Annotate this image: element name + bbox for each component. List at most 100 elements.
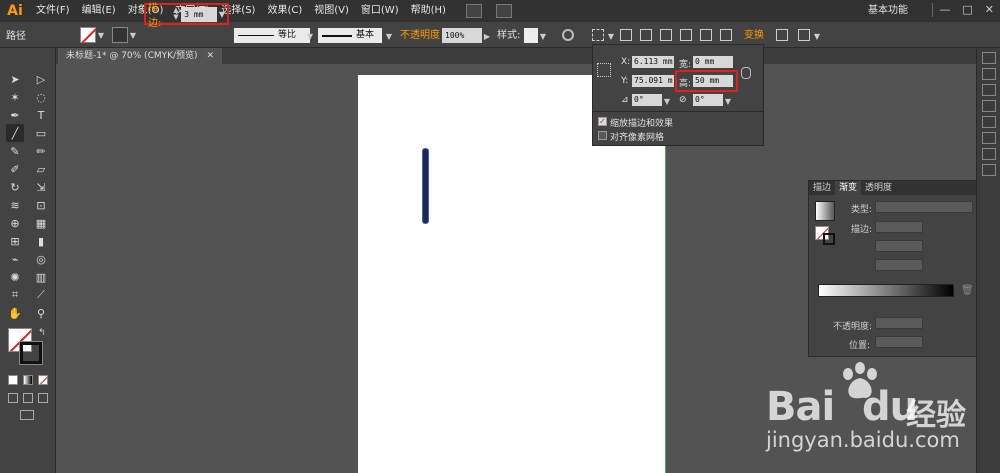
magic-wand-tool-icon[interactable]: ✶ bbox=[6, 88, 24, 106]
mesh-tool-icon[interactable]: ⊞ bbox=[6, 232, 24, 250]
slice-tool-icon[interactable]: ⟋ bbox=[32, 286, 50, 304]
opacity-field[interactable]: 100% bbox=[442, 28, 482, 43]
align-icon[interactable] bbox=[592, 29, 604, 41]
close-tab-icon[interactable]: ✕ bbox=[206, 51, 214, 61]
variable-width-profile[interactable]: 等比 bbox=[234, 28, 310, 43]
shear-field[interactable]: 0° bbox=[693, 94, 723, 106]
stroke-small-swatch[interactable] bbox=[823, 233, 835, 245]
chevron-down-icon[interactable]: ▼ bbox=[384, 28, 394, 44]
width-tool-icon[interactable]: ≋ bbox=[6, 196, 24, 214]
hand-tool-icon[interactable]: ✋ bbox=[6, 304, 24, 322]
panel-menu-icon[interactable] bbox=[798, 29, 810, 41]
column-graph-tool-icon[interactable]: ▥ bbox=[32, 268, 50, 286]
tab-stroke[interactable]: 描边 bbox=[809, 181, 835, 195]
swap-colors-icon[interactable]: ↰ bbox=[38, 328, 46, 338]
direct-selection-tool-icon[interactable]: ▷ bbox=[32, 70, 50, 88]
type-tool-icon[interactable]: T bbox=[32, 106, 50, 124]
blob-brush-tool-icon[interactable]: ✐ bbox=[6, 160, 24, 178]
width-field[interactable]: 0 mm bbox=[693, 56, 733, 68]
opacity-label[interactable]: 不透明度 bbox=[400, 28, 440, 43]
transform-options-icon[interactable] bbox=[776, 29, 788, 41]
stroke-weight-label[interactable]: 描边: bbox=[148, 0, 171, 29]
tab-transparency[interactable]: 透明度 bbox=[861, 181, 896, 195]
scale-tool-icon[interactable]: ⇲ bbox=[32, 178, 50, 196]
symbols-panel-icon[interactable] bbox=[981, 100, 996, 112]
eyedropper-tool-icon[interactable]: ⌁ bbox=[6, 250, 24, 268]
graphic-styles-panel-icon[interactable] bbox=[981, 116, 996, 128]
rotate-tool-icon[interactable]: ↻ bbox=[6, 178, 24, 196]
pencil-tool-icon[interactable]: ✏ bbox=[32, 142, 50, 160]
swatches-panel-icon[interactable] bbox=[981, 68, 996, 80]
menu-help[interactable]: 帮助(H) bbox=[405, 0, 452, 22]
zoom-tool-icon[interactable]: ⚲ bbox=[32, 304, 50, 322]
color-panel-icon[interactable] bbox=[981, 52, 996, 64]
chevron-down-icon[interactable]: ▼ bbox=[96, 27, 106, 43]
x-field[interactable]: 6.113 mm bbox=[632, 56, 674, 68]
free-transform-tool-icon[interactable]: ⊡ bbox=[32, 196, 50, 214]
gradient-mode-icon[interactable] bbox=[23, 375, 33, 385]
appearance-panel-icon[interactable] bbox=[981, 132, 996, 144]
gradient-preview-swatch[interactable] bbox=[815, 201, 835, 221]
menu-window[interactable]: 窗口(W) bbox=[355, 0, 405, 22]
draw-inside-icon[interactable] bbox=[38, 393, 48, 403]
brush-definition[interactable]: 基本 bbox=[318, 28, 382, 43]
menu-edit[interactable]: 编辑(E) bbox=[76, 0, 122, 22]
none-mode-icon[interactable] bbox=[38, 375, 48, 385]
menu-effect[interactable]: 效果(C) bbox=[261, 0, 308, 22]
reference-point-icon[interactable] bbox=[597, 63, 611, 77]
draw-behind-icon[interactable] bbox=[23, 393, 33, 403]
perspective-grid-tool-icon[interactable]: ▦ bbox=[32, 214, 50, 232]
gradient-location-field[interactable] bbox=[875, 336, 923, 348]
maximize-icon[interactable]: □ bbox=[962, 3, 972, 16]
brushes-panel-icon[interactable] bbox=[981, 84, 996, 96]
workspace-switcher[interactable]: 基本功能 bbox=[868, 0, 908, 22]
tab-gradient[interactable]: 渐变 bbox=[835, 181, 862, 195]
align-middle-icon[interactable] bbox=[680, 29, 692, 41]
selection-tool-icon[interactable]: ➤ bbox=[6, 70, 24, 88]
lasso-tool-icon[interactable]: ◌ bbox=[32, 88, 50, 106]
stroke-weight-field[interactable]: 3 mm bbox=[181, 6, 218, 22]
paintbrush-tool-icon[interactable]: ✎ bbox=[6, 142, 24, 160]
scale-strokes-checkbox[interactable]: ✓ bbox=[598, 117, 607, 126]
chevron-down-icon[interactable]: ▼ bbox=[217, 6, 227, 22]
y-field[interactable]: 75.091 m bbox=[632, 75, 674, 87]
fill-swatch-none[interactable] bbox=[80, 27, 96, 43]
constrain-proportions-icon[interactable] bbox=[741, 67, 751, 79]
draw-normal-icon[interactable] bbox=[8, 393, 18, 403]
type-select[interactable] bbox=[875, 201, 973, 213]
line-tool-icon[interactable]: ╱ bbox=[6, 124, 24, 142]
layers-panel-icon[interactable] bbox=[981, 148, 996, 160]
tab-document[interactable]: 未标题-1* @ 70% (CMYK/预览) ✕ bbox=[58, 48, 222, 64]
stroke-color-swatch[interactable] bbox=[20, 342, 42, 364]
menu-file[interactable]: 文件(F) bbox=[30, 0, 76, 22]
pen-tool-icon[interactable]: ✒ bbox=[6, 106, 24, 124]
isolate-icon[interactable] bbox=[640, 29, 652, 41]
minimize-icon[interactable]: — bbox=[939, 3, 950, 16]
chevron-down-icon[interactable]: ▼ bbox=[812, 28, 822, 44]
chevron-down-icon[interactable]: ▼ bbox=[662, 93, 672, 109]
chevron-down-icon[interactable]: ▼ bbox=[538, 28, 548, 44]
symbol-sprayer-tool-icon[interactable]: ✺ bbox=[6, 268, 24, 286]
links-panel-icon[interactable] bbox=[981, 164, 996, 176]
trash-icon[interactable]: 🗑 bbox=[961, 285, 974, 296]
rotate-field[interactable]: 0° bbox=[632, 94, 662, 106]
align-to-icon[interactable] bbox=[660, 29, 672, 41]
chevron-right-icon[interactable]: ▶ bbox=[482, 28, 492, 44]
transform-link[interactable]: 变换 bbox=[744, 28, 764, 43]
color-mode-icon[interactable] bbox=[8, 375, 18, 385]
recolor-artwork-icon[interactable] bbox=[562, 29, 574, 41]
chevron-down-icon[interactable]: ▼ bbox=[606, 28, 616, 44]
chevron-down-icon[interactable]: ▼ bbox=[723, 93, 733, 109]
eraser-tool-icon[interactable]: ▱ bbox=[32, 160, 50, 178]
bridge-icon[interactable] bbox=[465, 4, 482, 18]
arrange-documents-icon[interactable] bbox=[495, 4, 512, 18]
screen-mode-icon[interactable] bbox=[20, 410, 34, 420]
stroke-swatch[interactable] bbox=[112, 27, 128, 43]
angle-field[interactable] bbox=[875, 240, 923, 252]
align-right-icon[interactable] bbox=[720, 29, 732, 41]
chevron-down-icon[interactable]: ▼ bbox=[305, 28, 315, 44]
align-bottom-icon[interactable] bbox=[700, 29, 712, 41]
rectangle-tool-icon[interactable]: ▭ bbox=[32, 124, 50, 142]
shape-builder-tool-icon[interactable]: ⊕ bbox=[6, 214, 24, 232]
graphic-style-swatch[interactable] bbox=[524, 28, 538, 43]
